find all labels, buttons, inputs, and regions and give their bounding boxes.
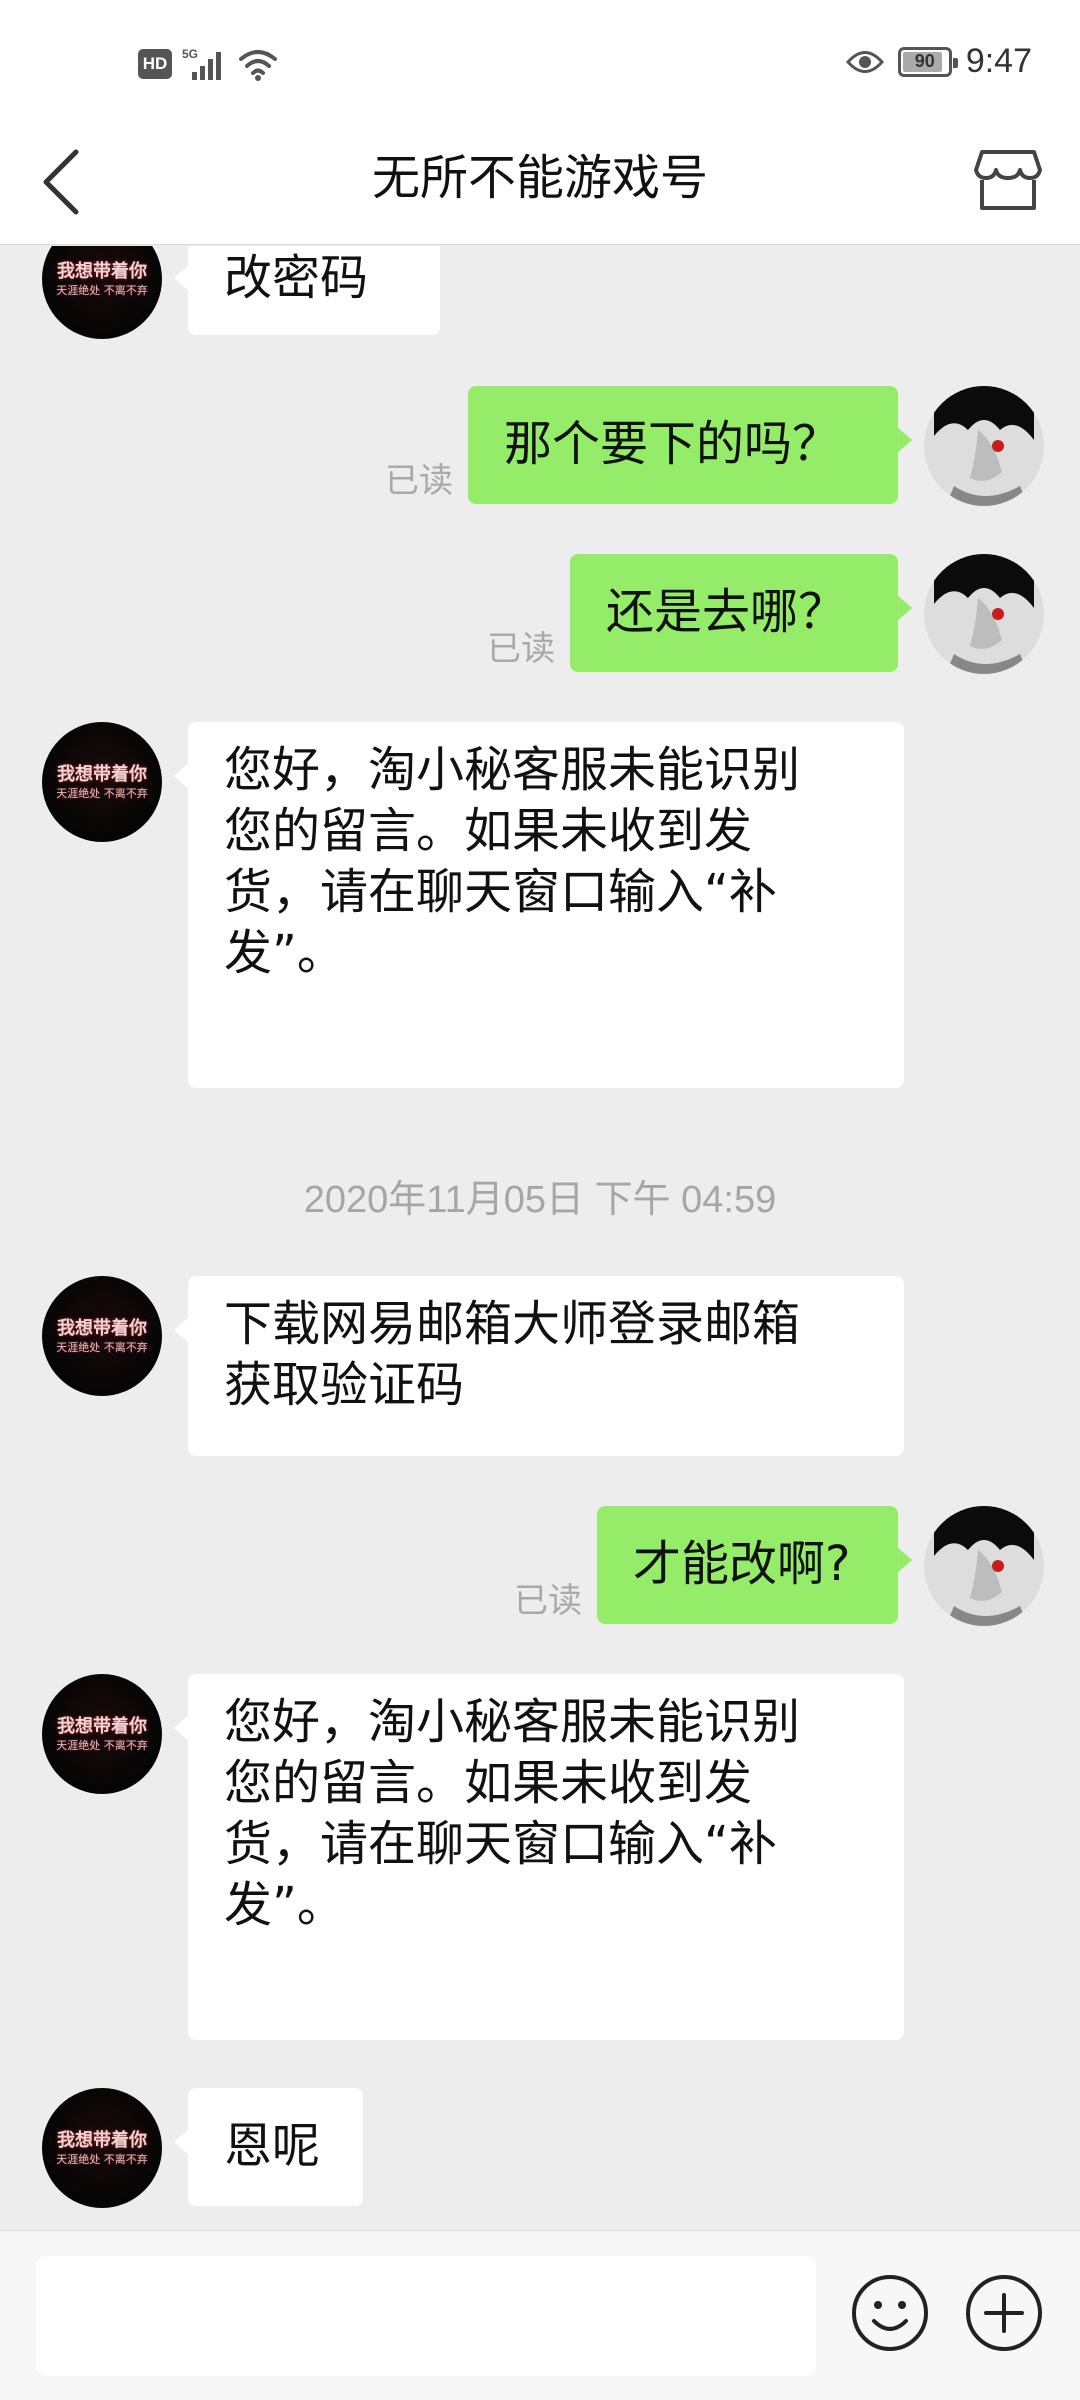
avatar[interactable]: 我想带着你 天涯绝处 不离不弃 bbox=[42, 1674, 162, 1794]
message-line: 下载网易邮箱大师登录邮箱 bbox=[224, 1296, 801, 1352]
message-bubble[interactable]: 您好，淘小秘客服未能识别 您的留言。如果未收到发 货，请在聊天窗口输入“补 发”… bbox=[174, 1674, 904, 2040]
eye-icon bbox=[845, 50, 884, 73]
battery-level: 90 bbox=[914, 51, 935, 71]
message-text: 还是去哪？ bbox=[606, 584, 847, 640]
message-bubble[interactable]: 恩呢 bbox=[174, 2088, 363, 2206]
avatar[interactable]: 我想带着你 天涯绝处 不离不弃 bbox=[42, 1276, 162, 1396]
status-right: 90 9:47 bbox=[845, 42, 1032, 81]
message-text: 那个要下的吗？ bbox=[504, 416, 841, 472]
avatar[interactable] bbox=[924, 386, 1044, 506]
avatar-text: 我想带着你 bbox=[57, 2129, 147, 2151]
message-bubble[interactable]: 还是去哪？ bbox=[570, 554, 912, 672]
status-left: HD 5G bbox=[138, 46, 278, 82]
avatar[interactable]: 我想带着你 天涯绝处 不离不弃 bbox=[42, 722, 162, 842]
read-receipt: 已读 bbox=[514, 1581, 582, 1621]
avatar[interactable] bbox=[924, 554, 1044, 674]
message-text: 才能改啊? bbox=[633, 1536, 851, 1592]
status-bar: HD 5G 90 9:47 bbox=[0, 0, 1080, 120]
avatar[interactable]: 我想带着你 天涯绝处 不离不弃 bbox=[42, 2088, 162, 2208]
message-line: 发”。 bbox=[224, 925, 345, 981]
message-line: 您的留言。如果未收到发 bbox=[224, 1755, 753, 1811]
chat-area[interactable]: 我想带着你 天涯绝处 不离不弃 改密码 已读 那个要下的吗？ 已读 还是去哪？ bbox=[0, 246, 1080, 2230]
avatar-subtext: 天涯绝处 不离不弃 bbox=[56, 2152, 148, 2166]
message-line: 货，请在聊天窗口输入“补 bbox=[224, 1816, 777, 1872]
emoji-button[interactable] bbox=[848, 2271, 932, 2355]
avatar-subtext: 天涯绝处 不离不弃 bbox=[56, 1738, 148, 1752]
more-button[interactable] bbox=[962, 2271, 1046, 2355]
message-line: 您的留言。如果未收到发 bbox=[224, 803, 753, 859]
read-receipt: 已读 bbox=[385, 461, 453, 501]
avatar-text: 我想带着你 bbox=[57, 763, 147, 785]
message-bubble[interactable]: 改密码 bbox=[174, 246, 440, 335]
message-bubble[interactable]: 那个要下的吗？ bbox=[468, 386, 912, 504]
message-bubble[interactable]: 才能改啊? bbox=[597, 1506, 912, 1624]
message-line: 您好，淘小秘客服未能识别 bbox=[224, 1694, 801, 1750]
hd-badge: HD bbox=[138, 49, 172, 79]
wifi-icon bbox=[239, 50, 277, 81]
message-text: 改密码 bbox=[224, 250, 369, 306]
clock: 9:47 bbox=[965, 42, 1032, 80]
avatar-text: 我想带着你 bbox=[57, 260, 147, 282]
avatar[interactable]: 我想带着你 天涯绝处 不离不弃 bbox=[42, 246, 162, 339]
avatar-subtext: 天涯绝处 不离不弃 bbox=[56, 786, 148, 800]
message-line: 发”。 bbox=[224, 1877, 345, 1933]
page-title: 无所不能游戏号 bbox=[371, 150, 708, 206]
signal-icon: 5G bbox=[182, 47, 221, 80]
avatar-text: 我想带着你 bbox=[57, 1715, 147, 1737]
avatar-text: 我想带着你 bbox=[57, 1317, 147, 1339]
message-line: 获取验证码 bbox=[224, 1357, 465, 1413]
battery-indicator: 90 bbox=[897, 46, 958, 77]
store-icon bbox=[974, 150, 1042, 210]
timestamp: 2020年11月05日 下午 04:59 bbox=[303, 1179, 777, 1221]
input-bar bbox=[0, 2230, 1080, 2400]
message-input[interactable] bbox=[36, 2256, 816, 2376]
avatar-subtext: 天涯绝处 不离不弃 bbox=[56, 283, 148, 297]
user-avatar-image bbox=[924, 386, 1044, 506]
message-bubble[interactable]: 下载网易邮箱大师登录邮箱 获取验证码 bbox=[174, 1276, 904, 1456]
user-avatar-image bbox=[924, 1506, 1044, 1626]
avatar[interactable] bbox=[924, 1506, 1044, 1626]
message-bubble[interactable]: 您好，淘小秘客服未能识别 您的留言。如果未收到发 货，请在聊天窗口输入“补 发”… bbox=[174, 722, 904, 1088]
message-text: 恩呢 bbox=[224, 2118, 321, 2174]
shop-button[interactable] bbox=[972, 144, 1044, 216]
nav-bar: 无所不能游戏号 bbox=[0, 120, 1080, 245]
avatar-subtext: 天涯绝处 不离不弃 bbox=[56, 1340, 148, 1354]
message-line: 您好，淘小秘客服未能识别 bbox=[224, 742, 801, 798]
emoji-icon bbox=[852, 2275, 928, 2351]
message-line: 货，请在聊天窗口输入“补 bbox=[224, 864, 777, 920]
read-receipt: 已读 bbox=[487, 629, 555, 669]
network-type: 5G bbox=[182, 47, 198, 61]
plus-icon bbox=[966, 2275, 1042, 2351]
user-avatar-image bbox=[924, 554, 1044, 674]
